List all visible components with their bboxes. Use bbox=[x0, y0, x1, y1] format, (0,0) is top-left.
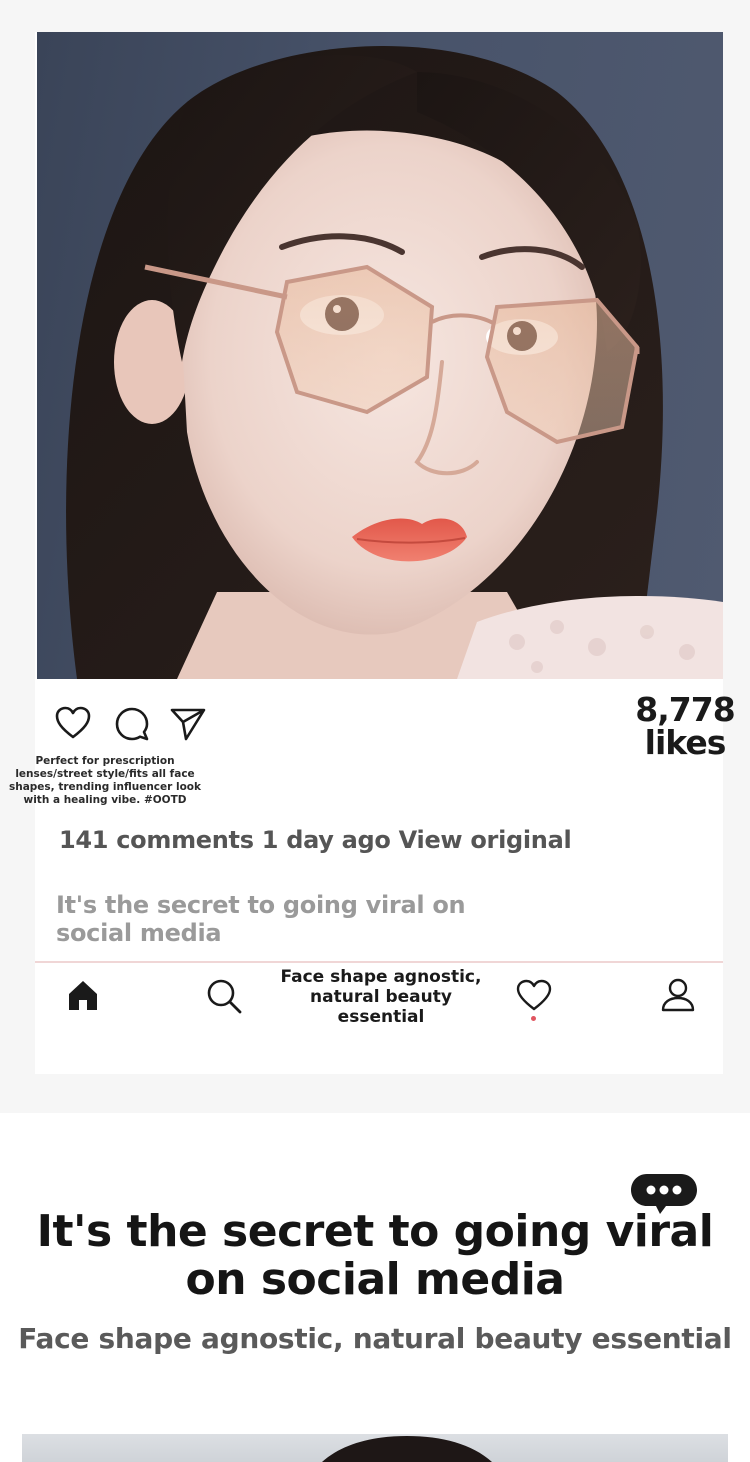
likes-number: 8,778 bbox=[635, 690, 735, 729]
post-photo bbox=[37, 32, 723, 679]
home-icon[interactable] bbox=[65, 977, 101, 1013]
feature-headline: It's the secret to going viral on social… bbox=[36, 1206, 714, 1305]
comments-line[interactable]: 141 comments 1 day ago View original bbox=[59, 826, 572, 854]
heart-icon[interactable] bbox=[516, 979, 552, 1012]
send-icon[interactable] bbox=[170, 707, 206, 741]
post-subtext: It's the secret to going viral on social… bbox=[56, 891, 466, 947]
next-product-photo bbox=[22, 1434, 728, 1462]
likes-count: 8,778 likes bbox=[625, 693, 745, 759]
comment-icon[interactable] bbox=[114, 706, 150, 742]
hair-top-illustration bbox=[322, 1436, 492, 1462]
portrait-illustration bbox=[66, 45, 723, 679]
search-icon[interactable] bbox=[205, 977, 243, 1015]
likes-label: likes bbox=[644, 723, 727, 762]
post-caption: Perfect for prescription lenses/street s… bbox=[8, 755, 201, 806]
nav-divider bbox=[35, 961, 723, 963]
nav-center-text: Face shape agnostic, natural beauty esse… bbox=[280, 967, 482, 1027]
heart-icon[interactable] bbox=[55, 706, 91, 740]
feature-tagline: Face shape agnostic, natural beauty esse… bbox=[18, 1322, 732, 1355]
notification-dot bbox=[531, 1016, 536, 1021]
profile-icon[interactable] bbox=[660, 977, 696, 1013]
